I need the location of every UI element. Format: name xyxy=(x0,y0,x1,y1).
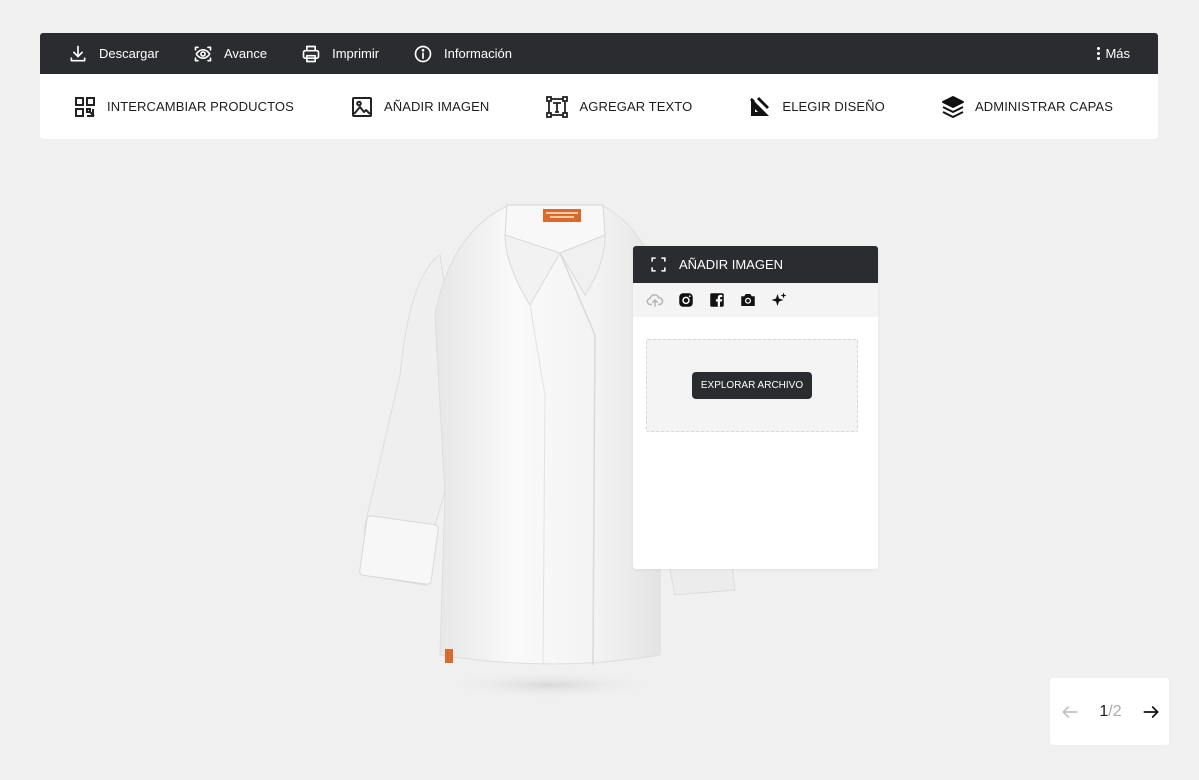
tab-instagram[interactable] xyxy=(676,290,696,310)
design-toolbar: INTERCAMBIAR PRODUCTOS AÑADIR IMAGEN AGR… xyxy=(40,74,1158,139)
text-frame-icon xyxy=(546,95,569,118)
file-drop-zone[interactable]: EXPLORAR ARCHIVO xyxy=(646,339,858,432)
ai-sparkle-icon xyxy=(771,292,787,306)
tab-camera[interactable] xyxy=(738,290,758,310)
preview-label: Avance xyxy=(223,46,268,61)
add-image-panel: AÑADIR IMAGEN EXPLORAR ARCHIVO xyxy=(633,246,878,569)
print-label: Imprimir xyxy=(332,46,380,61)
facebook-icon xyxy=(710,293,724,307)
preview-button[interactable]: Avance xyxy=(193,44,267,64)
design-triangle-icon xyxy=(750,96,770,116)
tab-facebook[interactable] xyxy=(707,290,727,310)
panel-header: AÑADIR IMAGEN xyxy=(633,246,878,283)
download-button[interactable]: Descargar xyxy=(68,44,159,64)
camera-icon xyxy=(741,294,755,306)
info-label: Información xyxy=(444,46,512,61)
add-image-label: AÑADIR IMAGEN xyxy=(384,99,490,114)
upload-cloud-icon xyxy=(646,294,664,307)
more-label: Más xyxy=(1105,46,1130,61)
current-page: 1 xyxy=(1099,702,1109,720)
image-icon xyxy=(352,96,373,117)
panel-title: AÑADIR IMAGEN xyxy=(679,257,784,272)
arrow-right-icon[interactable] xyxy=(1141,702,1161,722)
qr-grid-icon xyxy=(75,96,95,117)
instagram-icon xyxy=(679,293,693,307)
manage-layers-button[interactable]: ADMINISTRAR CAPAS xyxy=(941,95,1113,119)
tab-upload[interactable] xyxy=(645,290,665,310)
download-label: Descargar xyxy=(99,46,159,61)
swap-products-label: INTERCAMBIAR PRODUCTOS xyxy=(107,99,294,114)
info-icon xyxy=(414,45,432,62)
page-navigator: 1/2 xyxy=(1050,678,1169,745)
explore-file-button[interactable]: EXPLORAR ARCHIVO xyxy=(691,372,813,399)
add-text-button[interactable]: AGREGAR TEXTO xyxy=(545,95,692,119)
page-indicator: 1/2 xyxy=(1099,703,1121,721)
total-pages: 2 xyxy=(1112,702,1122,720)
download-icon xyxy=(70,45,86,62)
add-text-label: AGREGAR TEXTO xyxy=(579,99,693,114)
arrow-left-icon[interactable] xyxy=(1060,702,1080,722)
printer-icon xyxy=(302,45,320,62)
image-source-tabs xyxy=(633,283,878,317)
expand-icon[interactable] xyxy=(650,256,667,273)
top-action-bar: Descargar Avance Imprimir Información Má… xyxy=(40,33,1158,74)
info-button[interactable]: Información xyxy=(413,44,512,64)
add-image-button[interactable]: AÑADIR IMAGEN xyxy=(350,95,489,119)
layers-icon xyxy=(942,95,964,118)
choose-design-label: ELEGIR DISEÑO xyxy=(782,99,885,114)
choose-design-button[interactable]: ELEGIR DISEÑO xyxy=(748,95,885,119)
preview-eye-icon xyxy=(194,46,212,62)
swap-products-button[interactable]: INTERCAMBIAR PRODUCTOS xyxy=(73,95,294,119)
more-vertical-icon xyxy=(1097,47,1101,60)
tab-ai-generate[interactable] xyxy=(769,290,789,310)
print-button[interactable]: Imprimir xyxy=(301,44,379,64)
manage-layers-label: ADMINISTRAR CAPAS xyxy=(975,99,1113,114)
more-menu-button[interactable]: Más xyxy=(1097,33,1130,74)
